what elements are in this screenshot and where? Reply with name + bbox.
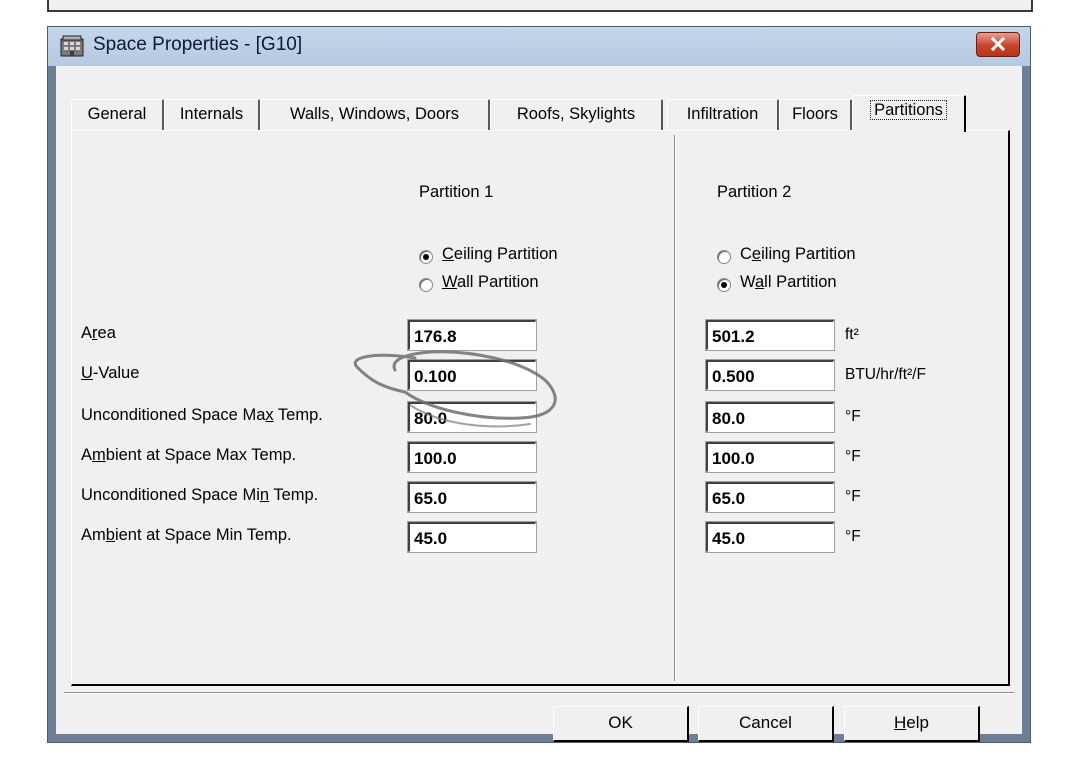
partition-2-ceiling-radio[interactable] [717, 250, 731, 264]
ambient-min-label: Ambient at Space Min Temp. [81, 526, 292, 544]
ambient-max-label: Ambient at Space Max Temp. [81, 446, 297, 464]
u-value-label: U-Value [81, 364, 140, 382]
building-icon [60, 35, 84, 57]
partition-2-wall-label[interactable]: Wall Partition [740, 273, 837, 292]
ambient-max-unit: °F [845, 448, 861, 465]
tab-walls-windows-doors[interactable]: Walls, Windows, Doors [260, 99, 490, 130]
min-temp-label: Unconditioned Space Min Temp. [81, 486, 319, 504]
partition-2-u-value-input[interactable]: 0.500 [705, 359, 835, 391]
partition-2-ambient-min-input[interactable]: 45.0 [705, 521, 835, 553]
tab-general[interactable]: General [71, 99, 164, 130]
partition-2-area-input[interactable]: 501.2 [705, 319, 835, 351]
dialog-client-area: General Internals Walls, Windows, Doors … [56, 66, 1022, 742]
partition-2-min-temp-input[interactable]: 65.0 [705, 481, 835, 513]
partition-1-ceiling-radio[interactable] [419, 250, 433, 264]
tab-infiltration[interactable]: Infiltration [667, 99, 779, 130]
u-value-unit: BTU/hr/ft²/F [845, 366, 926, 383]
max-temp-unit: °F [845, 408, 861, 425]
ok-button[interactable]: OK [553, 706, 689, 742]
partition-1-header: Partition 1 [419, 183, 494, 201]
close-icon [990, 36, 1006, 52]
partitions-panel: Partition 1 Ceiling Partition Wall Parti… [71, 130, 1010, 686]
partition-1-ambient-max-input[interactable]: 100.0 [407, 441, 537, 473]
partition-2-max-temp-input[interactable]: 80.0 [705, 401, 835, 433]
partition-2-ceiling-label[interactable]: Ceiling Partition [740, 245, 856, 264]
partition-1-ceiling-label[interactable]: Ceiling Partition [442, 245, 558, 264]
partition-2-ambient-max-input[interactable]: 100.0 [705, 441, 835, 473]
partition-1-ambient-min-input[interactable]: 45.0 [407, 521, 537, 553]
title-bar[interactable]: Space Properties - [G10] [48, 27, 1030, 66]
partition-2-wall-radio[interactable] [717, 278, 731, 292]
cancel-button[interactable]: Cancel [698, 706, 834, 742]
tab-roofs-skylights[interactable]: Roofs, Skylights [490, 99, 663, 130]
area-label: Area [81, 324, 116, 342]
tab-partitions[interactable]: Partitions [852, 95, 966, 132]
background-window-edge [47, 0, 1033, 12]
partition-1-area-input[interactable]: 176.8 [407, 319, 537, 351]
area-unit: ft² [845, 326, 859, 343]
min-temp-unit: °F [845, 488, 861, 505]
help-button[interactable]: Help [844, 706, 980, 742]
window-title: Space Properties - [G10] [93, 34, 303, 55]
partition-1-max-temp-input[interactable]: 80.0 [407, 401, 537, 433]
tab-internals[interactable]: Internals [164, 99, 260, 130]
partition-1-min-temp-input[interactable]: 65.0 [407, 481, 537, 513]
ambient-min-unit: °F [845, 528, 861, 545]
partition-1-wall-radio[interactable] [419, 278, 433, 292]
max-temp-label: Unconditioned Space Max Temp. [81, 406, 323, 424]
close-button[interactable] [976, 32, 1020, 57]
tab-floors[interactable]: Floors [779, 99, 852, 130]
partition-2-header: Partition 2 [717, 183, 792, 201]
partition-1-wall-label[interactable]: Wall Partition [442, 273, 539, 292]
space-properties-dialog: Space Properties - [G10] General Interna… [47, 26, 1031, 743]
partition-1-u-value-input[interactable]: 0.100 [407, 359, 537, 391]
